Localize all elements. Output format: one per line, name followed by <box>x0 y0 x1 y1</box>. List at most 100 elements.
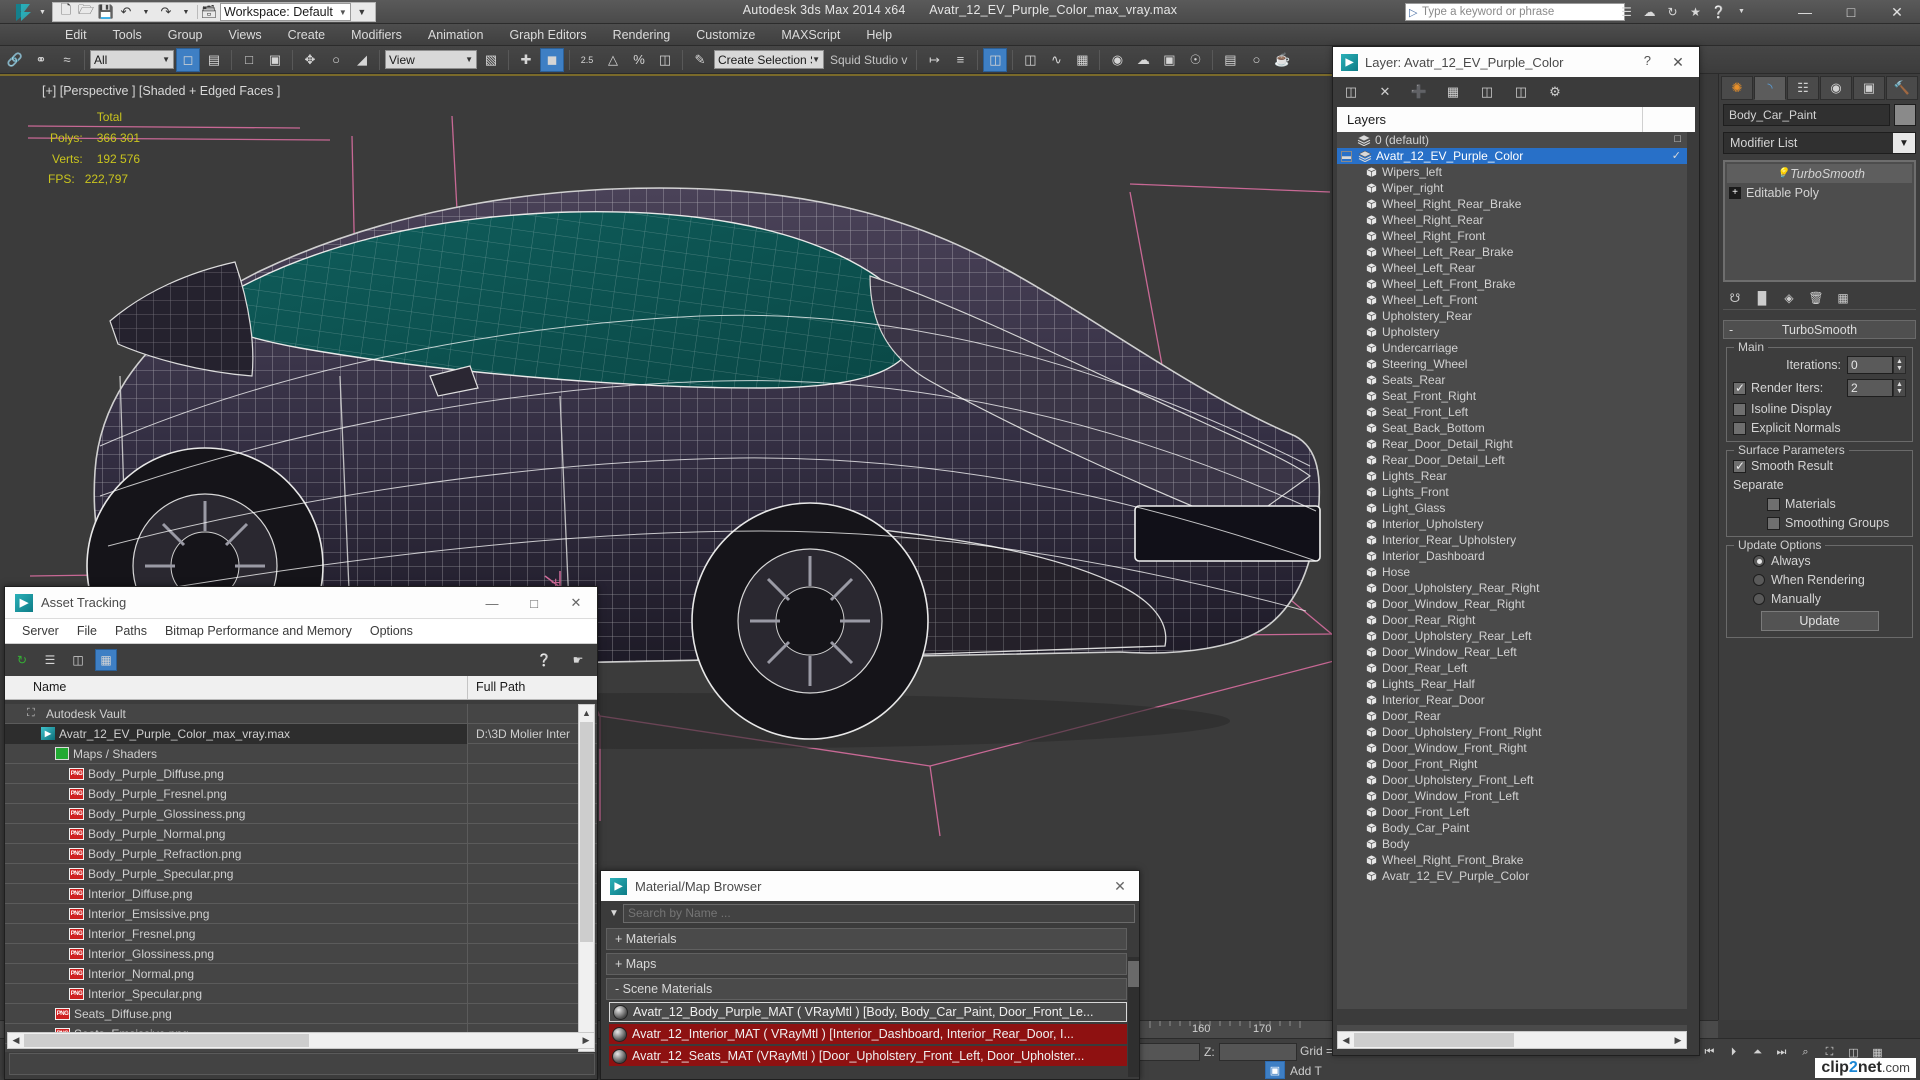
toggle-ribbon-icon[interactable]: ◫ <box>1018 48 1042 72</box>
scene-material-item[interactable]: Avatr_12_Body_Purple_MAT ( VRayMtl ) [Bo… <box>609 1002 1127 1022</box>
asset-row-name-cell[interactable]: ▶ Avatr_12_EV_Purple_Color_max_vray.max <box>5 723 468 744</box>
layer-object-row[interactable]: Door_Upholstery_Rear_Right <box>1337 580 1687 596</box>
mirror-icon[interactable]: ↦ <box>922 48 946 72</box>
layer-object-row[interactable]: Avatr_12_EV_Purple_Color <box>1337 868 1687 884</box>
menu-item-views[interactable]: Views <box>215 24 274 46</box>
asset-tracking-hscrollbar[interactable]: ◀ ▶ <box>7 1032 595 1049</box>
asset-row[interactable]: ⛶ Autodesk Vault <box>5 704 597 724</box>
refresh-icon[interactable]: ↻ <box>11 649 33 671</box>
tab-hierarchy[interactable]: ☷ <box>1787 76 1819 100</box>
iterations-spinner[interactable]: ▲▼ <box>1847 356 1906 374</box>
favorites-icon[interactable]: ★ <box>1687 3 1704 20</box>
spinner-snap-toggle-icon[interactable]: ◫ <box>653 48 677 72</box>
rectangular-selection-region-icon[interactable]: □ <box>237 48 261 72</box>
layer-object-row[interactable]: Door_Rear_Left <box>1337 660 1687 676</box>
layer-object-row[interactable]: Body <box>1337 836 1687 852</box>
menu-item-customize[interactable]: Customize <box>683 24 768 46</box>
highlight-selected-icon[interactable]: ◫ <box>1511 82 1531 102</box>
asset-row[interactable]: PNG Seats_Diffuse.png <box>5 1003 597 1024</box>
remove-modifier-icon[interactable]: 🗑 <box>1804 287 1828 308</box>
layer-row[interactable]: 0 (default) □ <box>1337 132 1687 148</box>
asset-row-name-cell[interactable]: PNG Seats_Diffuse.png <box>5 1003 468 1024</box>
edit-named-selection-sets-icon[interactable]: ✎ <box>688 48 712 72</box>
turbosmooth-rollout[interactable]: - TurboSmooth Main Iterations: ▲▼ Render… <box>1723 320 1916 638</box>
exchange-icon[interactable]: ↻ <box>1664 3 1681 20</box>
window-crossing-toggle-icon[interactable]: ▣ <box>263 48 287 72</box>
snaps-toggle-icon[interactable]: ◼ <box>540 47 564 72</box>
render-iters-checkbox[interactable] <box>1733 381 1746 395</box>
select-and-scale-icon[interactable]: ◢ <box>350 48 374 72</box>
asset-row[interactable]: PNG Body_Purple_Fresnel.png <box>5 783 597 804</box>
asset-row[interactable]: PNG Interior_Diffuse.png <box>5 883 597 904</box>
asset-menu-server[interactable]: Server <box>13 624 68 638</box>
layer-object-row[interactable]: Seat_Front_Left <box>1337 404 1687 420</box>
layer-object-row[interactable]: Interior_Dashboard <box>1337 548 1687 564</box>
layer-object-row[interactable]: Wiper_right <box>1337 180 1687 196</box>
asset-row-name-cell[interactable]: Maps / Shaders <box>5 743 468 764</box>
new-layer-icon[interactable]: ◫ <box>1341 82 1361 102</box>
iterations-spinner-arrows-icon[interactable]: ▲ ▼ <box>1893 356 1906 374</box>
isoline-display-checkbox[interactable] <box>1733 402 1746 416</box>
grid-view-icon[interactable]: ▦ <box>95 649 117 671</box>
layer-hscroll-right-icon[interactable]: ▶ <box>1670 1035 1686 1046</box>
zoom-region-icon[interactable]: ⌕ <box>1796 1043 1815 1061</box>
select-object-icon[interactable]: ◻ <box>176 47 200 72</box>
menu-item-help[interactable]: Help <box>853 24 905 46</box>
asset-hscroll-right-icon[interactable]: ▶ <box>578 1035 594 1046</box>
vault-help-icon[interactable]: ❔ <box>533 649 555 671</box>
asset-tracking-window[interactable]: ▶ Asset Tracking — □ ✕ Server File Paths… <box>4 586 598 1080</box>
render-to-texture-icon[interactable]: ☕ <box>1270 48 1294 72</box>
layer-explorer-help-button[interactable]: ? <box>1644 53 1651 68</box>
update-option-when-rendering-row[interactable]: When Rendering <box>1733 573 1906 587</box>
asset-scroll-up-icon[interactable]: ▲ <box>579 705 594 721</box>
materials-group-header[interactable]: + Materials <box>606 928 1127 950</box>
curve-editor-icon[interactable]: ∿ <box>1044 48 1068 72</box>
modifier-lightbulb-icon[interactable]: 💡 <box>1776 168 1790 179</box>
update-button[interactable]: Update <box>1760 611 1879 631</box>
asset-row-name-cell[interactable]: PNG Interior_Diffuse.png <box>5 883 468 904</box>
asset-tracking-minimize-button[interactable]: — <box>471 587 513 619</box>
select-and-rotate-icon[interactable]: ○ <box>324 48 348 72</box>
layer-object-row[interactable]: Upholstery <box>1337 324 1687 340</box>
asset-row-name-cell[interactable]: PNG Body_Purple_Fresnel.png <box>5 783 468 804</box>
asset-row[interactable]: PNG Interior_Specular.png <box>5 983 597 1004</box>
object-color-swatch[interactable] <box>1894 104 1916 126</box>
layer-object-row[interactable]: Door_Window_Rear_Right <box>1337 596 1687 612</box>
layer-object-row[interactable]: Wheel_Left_Rear_Brake <box>1337 244 1687 260</box>
layer-object-row[interactable]: Wheel_Left_Rear <box>1337 260 1687 276</box>
layer-object-row[interactable]: Lights_Rear <box>1337 468 1687 484</box>
isoline-display-row[interactable]: Isoline Display <box>1733 402 1906 416</box>
layer-object-row[interactable]: Lights_Front <box>1337 484 1687 500</box>
snap-percent-25-icon[interactable]: 2.5 <box>575 48 599 72</box>
asset-row-name-cell[interactable]: ⛶ Autodesk Vault <box>5 704 468 724</box>
asset-tracking-close-button[interactable]: ✕ <box>555 587 597 619</box>
layer-object-row[interactable]: Door_Window_Rear_Left <box>1337 644 1687 660</box>
scene-materials-group-header[interactable]: - Scene Materials <box>606 978 1127 1000</box>
go-to-start-icon[interactable]: ⏮ <box>1700 1043 1719 1061</box>
layer-object-row[interactable]: Door_Upholstery_Front_Left <box>1337 772 1687 788</box>
asset-tracking-maximize-button[interactable]: □ <box>513 587 555 619</box>
use-pivot-point-center-icon[interactable]: ▧ <box>479 48 503 72</box>
z-coord-field[interactable] <box>1218 1043 1297 1061</box>
asset-row-name-cell[interactable]: PNG Interior_Fresnel.png <box>5 923 468 944</box>
layer-object-row[interactable]: Wheel_Right_Front <box>1337 228 1687 244</box>
modifier-list-dropdown[interactable]: Modifier List ▼ <box>1723 132 1916 154</box>
tab-modify[interactable]: ◝ <box>1754 76 1786 100</box>
activeshade-icon[interactable]: ○ <box>1244 48 1268 72</box>
layer-object-row[interactable]: Rear_Door_Detail_Left <box>1337 452 1687 468</box>
layer-explorer-window[interactable]: ▶ Layer: Avatr_12_EV_Purple_Color ? ✕ ◫ … <box>1332 46 1700 1056</box>
tab-display[interactable]: ▣ <box>1853 76 1885 100</box>
go-to-end-icon[interactable]: ⏭ <box>1772 1043 1791 1061</box>
separate-smoothing-groups-checkbox[interactable] <box>1767 516 1780 530</box>
asset-row-name-cell[interactable]: PNG Interior_Glossiness.png <box>5 943 468 964</box>
update-always-radio[interactable] <box>1753 555 1765 567</box>
material-map-browser-window[interactable]: ▶ Material/Map Browser ✕ ▼ + Materials +… <box>600 870 1140 1080</box>
menu-item-tools[interactable]: Tools <box>100 24 155 46</box>
layer-object-row[interactable]: Wheel_Right_Front_Brake <box>1337 852 1687 868</box>
show-end-result-icon[interactable]: █ <box>1750 287 1774 308</box>
layer-object-row[interactable]: Door_Window_Front_Right <box>1337 740 1687 756</box>
asset-row-name-cell[interactable]: PNG Body_Purple_Refraction.png <box>5 843 468 864</box>
layer-explorer-close-button[interactable]: ✕ <box>1663 51 1693 73</box>
layer-object-row[interactable]: Interior_Rear_Upholstery <box>1337 532 1687 548</box>
asset-row[interactable]: PNG Interior_Fresnel.png <box>5 923 597 944</box>
